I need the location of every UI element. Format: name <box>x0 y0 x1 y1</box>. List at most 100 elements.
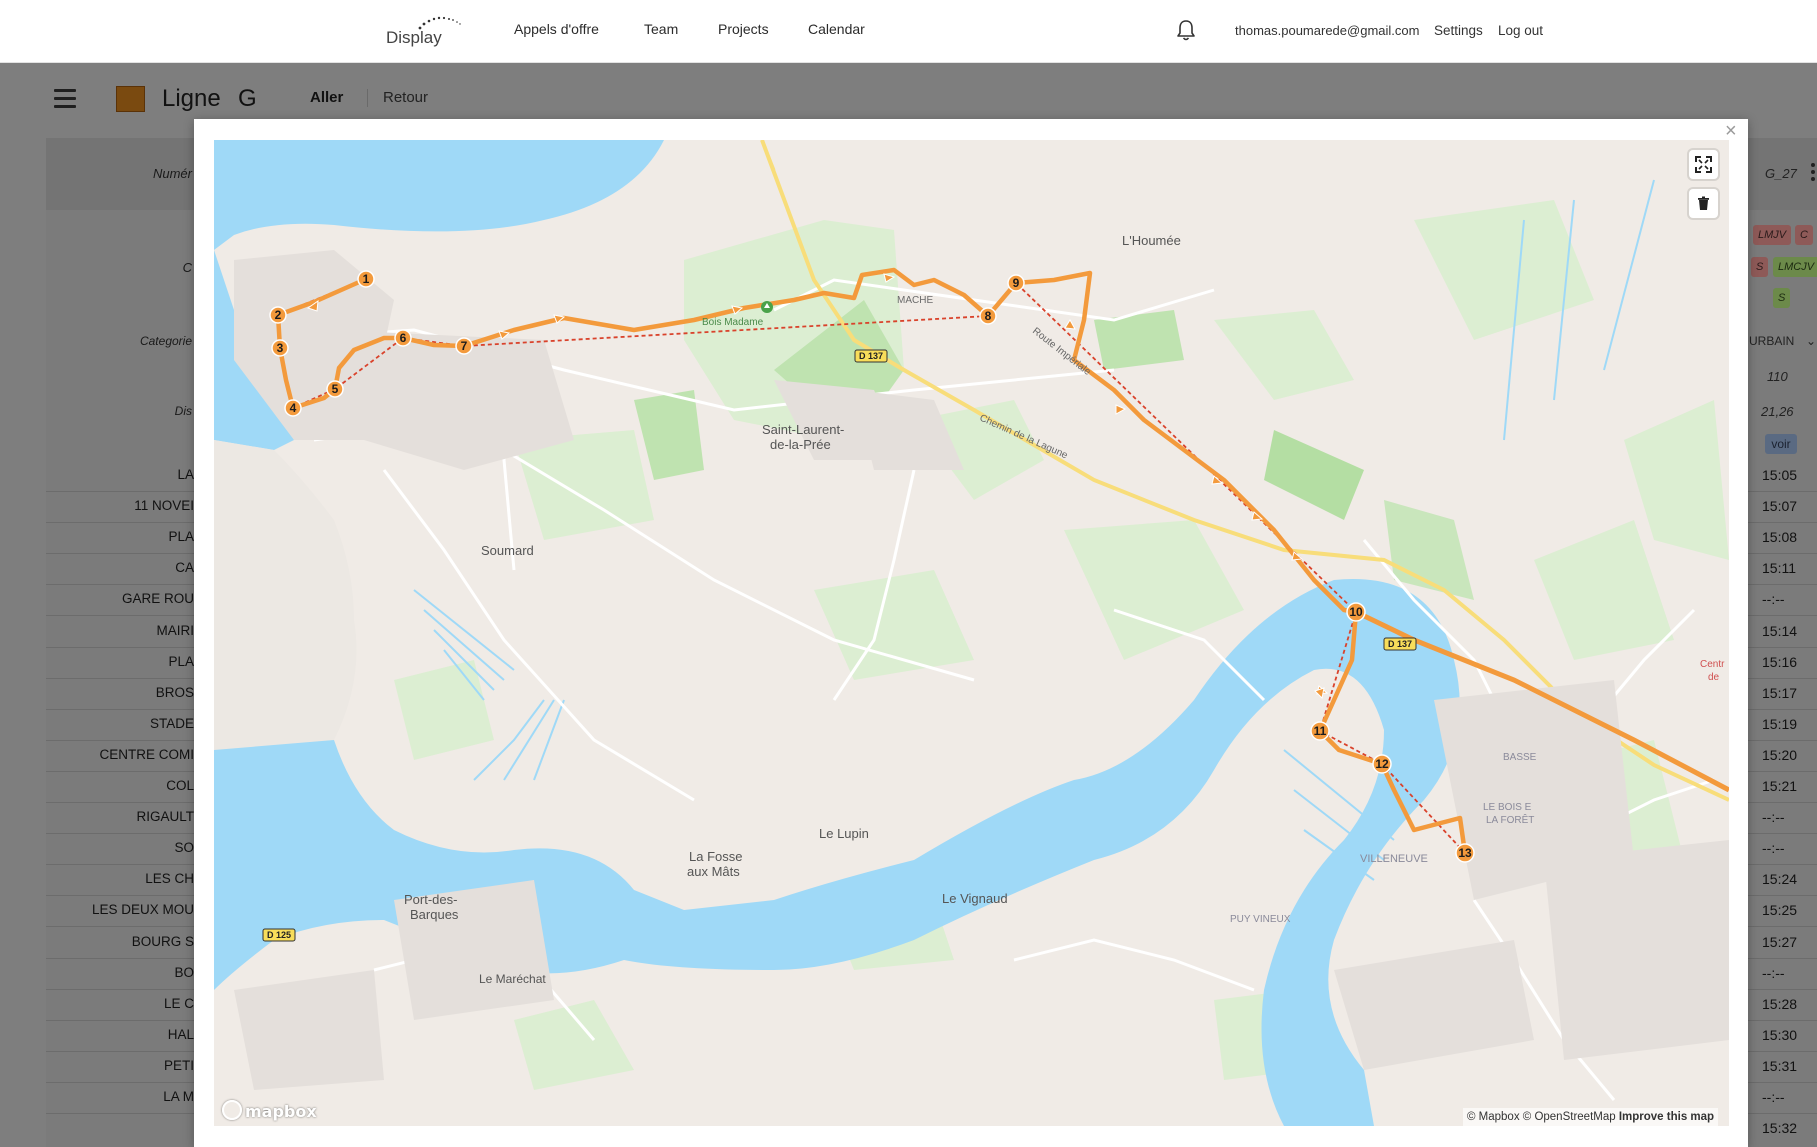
top-navbar: Display Appels d'offre Team Projects Cal… <box>0 0 1817 63</box>
trash-button[interactable] <box>1689 189 1718 218</box>
close-icon[interactable]: × <box>1725 121 1737 141</box>
place-label: PUY VINEUX <box>1230 914 1291 925</box>
nav-projects[interactable]: Projects <box>718 21 769 37</box>
attribution-text[interactable]: © Mapbox © OpenStreetMap <box>1467 1111 1616 1123</box>
user-email[interactable]: thomas.poumarede@gmail.com <box>1235 23 1419 38</box>
stop-time: 15:07 <box>1762 498 1798 515</box>
stop-time: 15:19 <box>1762 715 1798 732</box>
stop-number: 8 <box>985 309 992 323</box>
stop-name: 11 NOVEI <box>134 498 194 514</box>
map-attribution: © Mapbox © OpenStreetMap Improve this ma… <box>1463 1108 1719 1126</box>
nav-calendar[interactable]: Calendar <box>808 21 865 37</box>
stop-number: 9 <box>1013 276 1020 290</box>
stop-time: 15:14 <box>1762 622 1798 639</box>
label-categorie: Categorie <box>139 334 192 348</box>
place-label: de <box>1708 672 1720 683</box>
stop-time: --:-- <box>1762 809 1785 826</box>
tab-aller[interactable]: Aller <box>310 89 343 106</box>
stop-time: --:-- <box>1762 840 1785 857</box>
stop-number: 2 <box>275 308 282 322</box>
place-label: Saint-Laurent- <box>762 422 844 437</box>
place-label: Bois Madame <box>702 317 764 328</box>
road-shield-label: D 137 <box>859 351 883 361</box>
more-icon[interactable] <box>1811 163 1815 184</box>
place-label: BASSE <box>1503 752 1537 763</box>
place-label: Barques <box>410 907 459 922</box>
stop-time: 15:24 <box>1762 871 1798 888</box>
label-numero: Numér <box>152 166 192 181</box>
stop-time: 15:05 <box>1762 467 1798 483</box>
trip-code: G_27 <box>1765 166 1797 181</box>
stop-time: --:-- <box>1762 1089 1785 1105</box>
stop-name: BO <box>174 964 194 980</box>
stop-name: STADE <box>149 715 194 731</box>
tab-divider <box>367 89 368 107</box>
stop-time: 15:21 <box>1762 778 1798 794</box>
stop-time: 15:16 <box>1762 653 1798 670</box>
tab-retour[interactable]: Retour <box>383 89 428 106</box>
place-label: Soumard <box>481 543 534 558</box>
day-badge: LMJV <box>1753 225 1792 245</box>
stop-name: CA <box>175 560 194 576</box>
stop-name: RIGAULT <box>136 809 194 825</box>
label-c: C <box>182 260 192 275</box>
road-shield-label: D 137 <box>1388 639 1412 649</box>
nav-team[interactable]: Team <box>644 21 678 37</box>
stop-time: 15:08 <box>1762 529 1798 546</box>
stop-time: 15:28 <box>1762 995 1798 1012</box>
nav-appels-offre[interactable]: Appels d'offre <box>514 21 599 37</box>
stop-name: GARE ROU <box>121 591 194 607</box>
distance-value: 21,26 <box>1761 404 1794 419</box>
stop-time: 15:27 <box>1762 933 1798 950</box>
place-label: Le Lupin <box>819 826 869 841</box>
day-badge: LMCJV <box>1773 257 1817 277</box>
stop-time: 15:32 <box>1762 1120 1798 1137</box>
route-map[interactable]: 1 2 3 4 5 6 7 8 9 10 11 12 13 L'Houmée B… <box>214 140 1729 1126</box>
stop-time: 15:17 <box>1762 684 1798 701</box>
value-field: 110 <box>1767 369 1788 384</box>
stop-number: 12 <box>1375 757 1389 771</box>
app-logo[interactable]: Display <box>386 14 466 48</box>
logout-link[interactable]: Log out <box>1498 23 1543 38</box>
stop-time: --:-- <box>1762 591 1785 608</box>
voir-button[interactable]: voir <box>1765 434 1797 454</box>
chevron-down-icon[interactable]: ⌄ <box>1806 334 1816 348</box>
stop-name: LA M <box>163 1089 194 1104</box>
place-label: Le Vignaud <box>942 891 1008 906</box>
stop-name: CENTRE COMI <box>99 746 195 762</box>
stop-name: HAL <box>167 1026 194 1042</box>
park-icon <box>761 301 773 313</box>
stop-name: LE C <box>163 995 194 1011</box>
place-label: de-la-Prée <box>770 437 831 452</box>
notification-bell-icon[interactable] <box>1175 18 1197 42</box>
stop-number: 13 <box>1458 846 1472 860</box>
fullscreen-icon <box>1695 156 1712 173</box>
stop-name: PLA <box>168 529 194 545</box>
stop-number: 1 <box>363 272 370 286</box>
place-label: aux Mâts <box>687 864 740 879</box>
place-label: Centr <box>1700 659 1725 670</box>
stop-time: 15:25 <box>1762 902 1798 919</box>
stop-name: MAIRI <box>156 622 194 638</box>
stop-time: 15:11 <box>1762 560 1796 577</box>
place-label: L'Houmée <box>1122 233 1181 248</box>
menu-icon[interactable] <box>54 89 76 109</box>
label-distance: Dis <box>174 404 192 418</box>
stop-number: 4 <box>290 401 297 415</box>
mapbox-logo[interactable]: mapbox <box>222 1100 317 1121</box>
stop-name: LES DEUX MOU <box>91 902 194 918</box>
settings-link[interactable]: Settings <box>1434 23 1483 38</box>
mapbox-logo-icon <box>222 1100 242 1120</box>
stop-name: BOURG S <box>131 933 194 949</box>
improve-map-link[interactable]: Improve this map <box>1619 1111 1714 1123</box>
mapbox-logo-text: mapbox <box>245 1102 317 1121</box>
stop-time: 15:20 <box>1762 746 1798 763</box>
stop-time: 15:30 <box>1762 1026 1798 1043</box>
fullscreen-button[interactable] <box>1689 150 1718 179</box>
category-value: URBAIN <box>1749 334 1795 348</box>
map-canvas[interactable]: 1 2 3 4 5 6 7 8 9 10 11 12 13 L'Houmée B… <box>214 140 1729 1126</box>
stop-name: LA <box>177 467 194 482</box>
place-label: LE BOIS E <box>1483 802 1532 813</box>
place-label: MACHE <box>897 295 933 306</box>
day-badge: S <box>1773 288 1791 308</box>
